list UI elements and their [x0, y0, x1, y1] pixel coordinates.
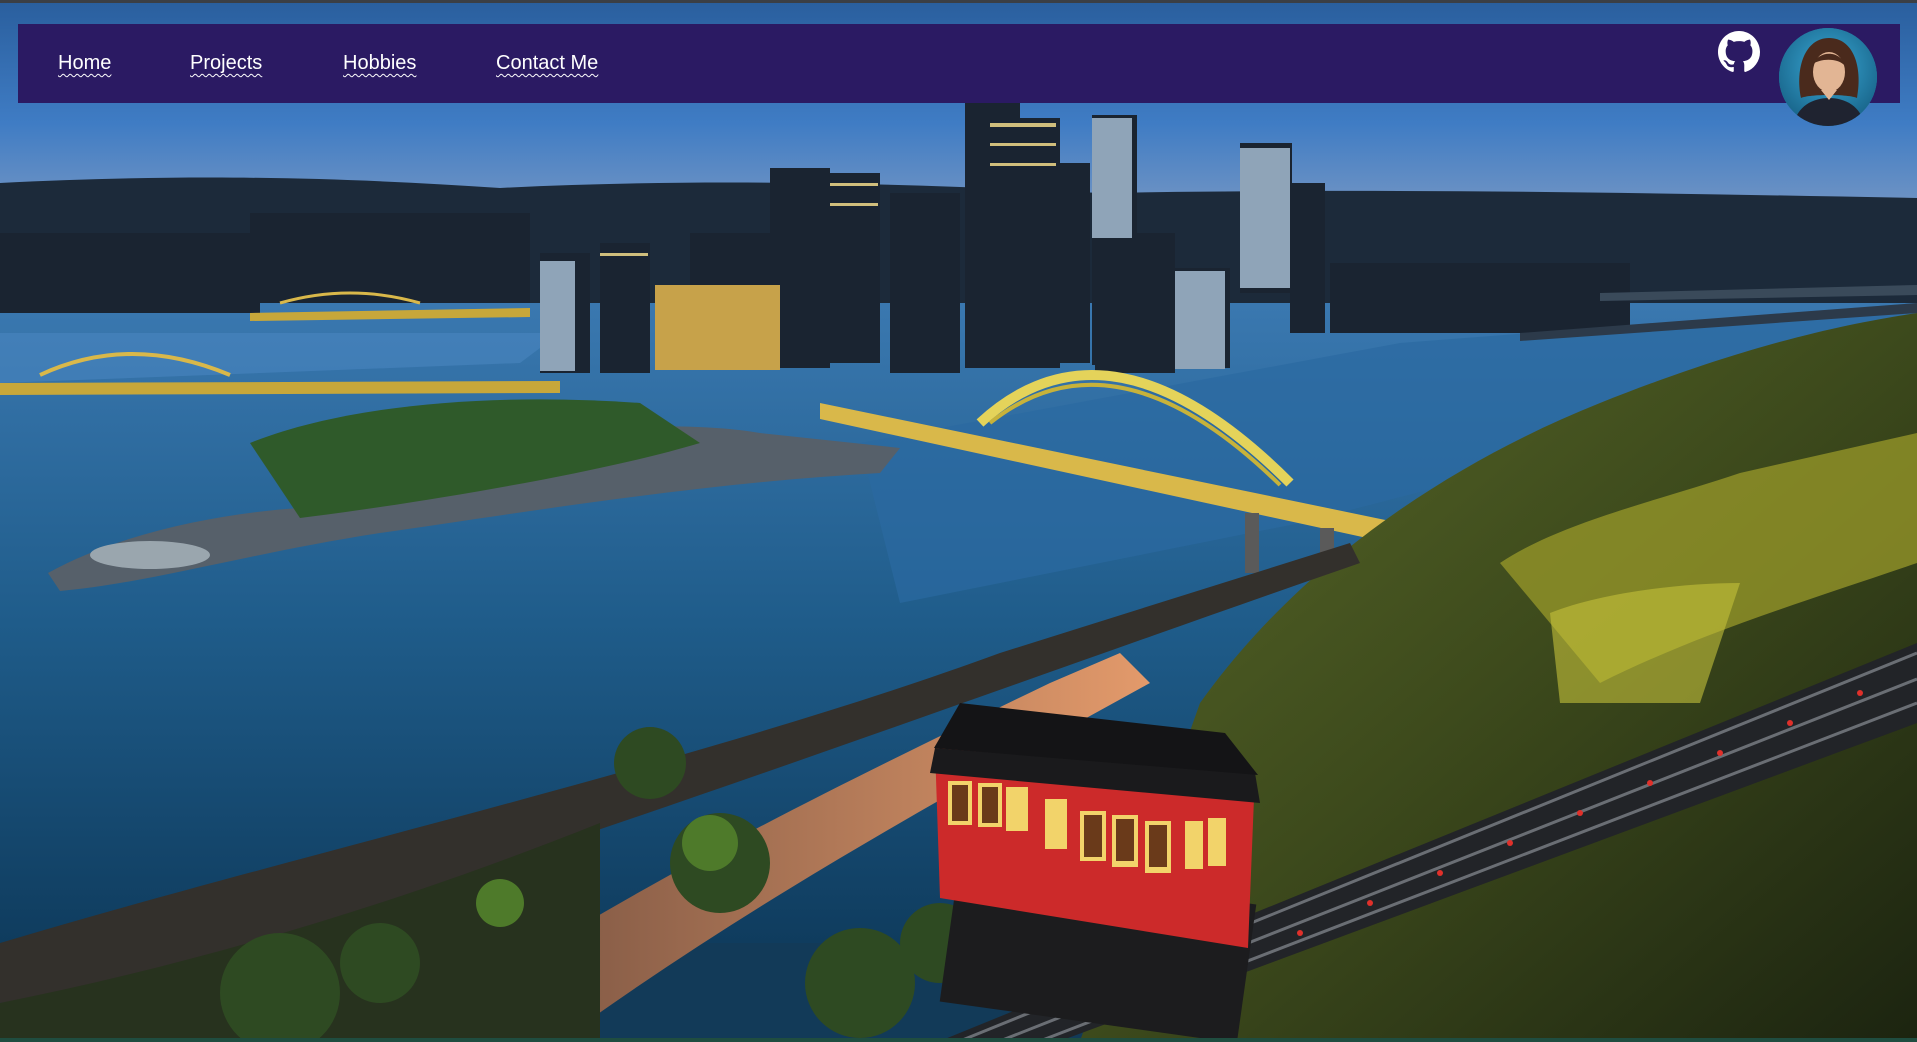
avatar[interactable] [1779, 28, 1877, 126]
top-navbar: Home Projects Hobbies Contact Me [18, 24, 1900, 126]
nav-link-hobbies[interactable]: Hobbies [343, 52, 496, 75]
bottom-edge [0, 1038, 1917, 1042]
page: Home Projects Hobbies Contact Me [0, 0, 1917, 1042]
hero-background-image [0, 3, 1917, 1041]
github-icon[interactable] [1718, 31, 1760, 73]
nav-link-contact[interactable]: Contact Me [496, 52, 636, 75]
nav-link-projects[interactable]: Projects [190, 52, 343, 75]
nav-link-home[interactable]: Home [58, 52, 190, 75]
nav-links: Home Projects Hobbies Contact Me [58, 24, 636, 103]
